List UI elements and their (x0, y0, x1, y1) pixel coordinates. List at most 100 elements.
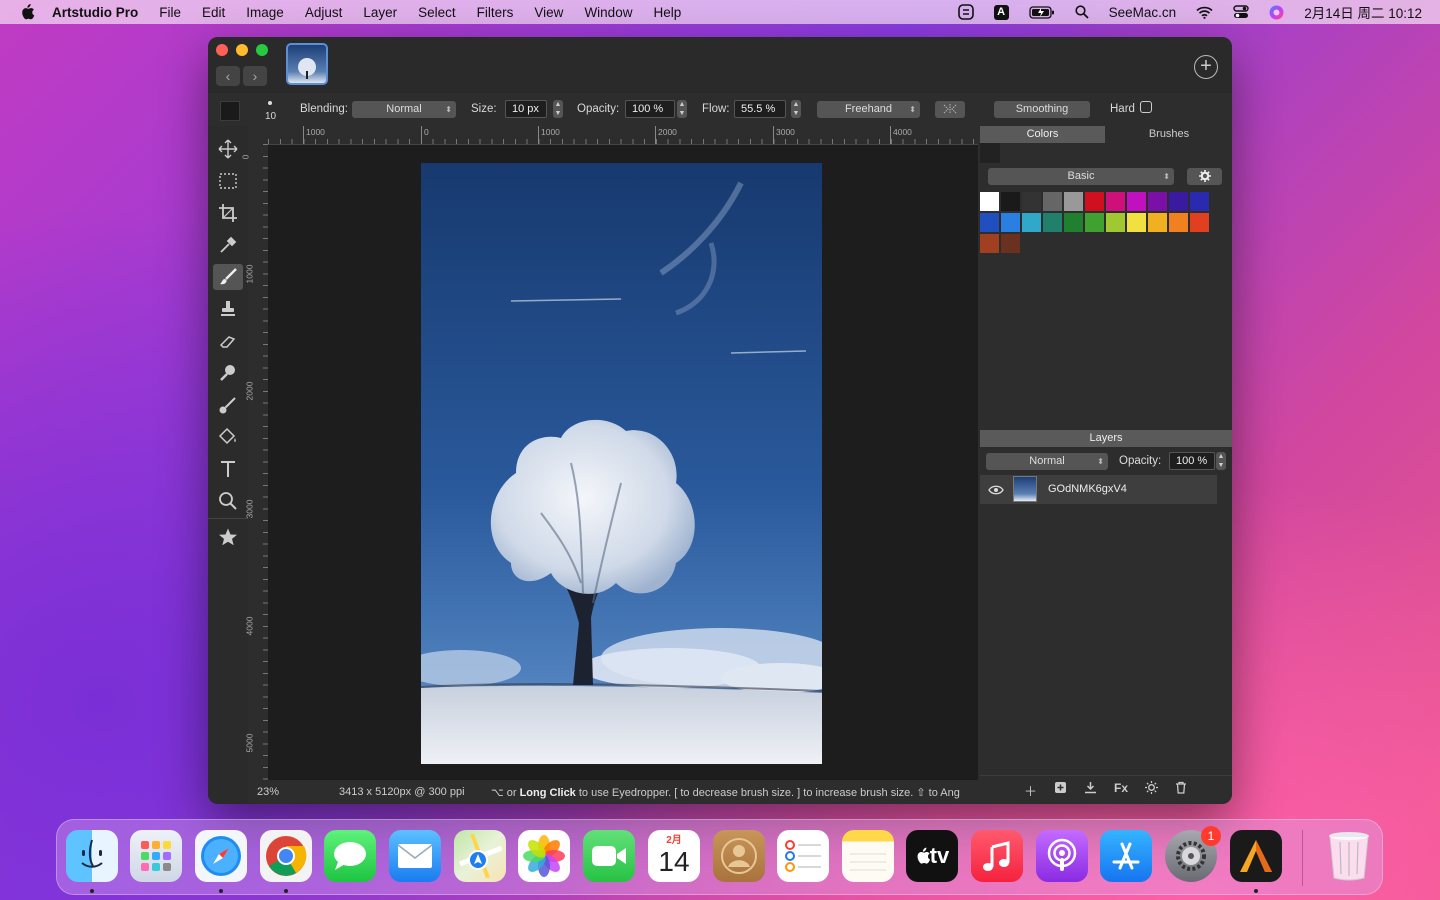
palette-settings-button[interactable] (1187, 168, 1222, 185)
color-swatch[interactable] (1022, 192, 1041, 211)
symmetry-button[interactable] (935, 101, 965, 118)
menu-filters[interactable]: Filters (477, 5, 514, 20)
eye-visibility-icon[interactable] (988, 485, 1004, 495)
battery-icon[interactable] (1028, 5, 1055, 19)
menu-view[interactable]: View (534, 5, 563, 20)
menu-window[interactable]: Window (584, 5, 632, 20)
calendar-icon[interactable]: 2月 14 (648, 830, 700, 882)
eyedropper-tool[interactable] (213, 232, 243, 258)
color-swatch[interactable] (1001, 234, 1020, 253)
spotlight-search-icon[interactable] (1075, 5, 1089, 19)
layer-row[interactable]: GOdNMK6gxV4 (980, 475, 1217, 504)
menu-edit[interactable]: Edit (202, 5, 225, 20)
app-store-icon[interactable] (1100, 830, 1152, 882)
zoom-tool[interactable] (213, 488, 243, 514)
layer-opacity-input[interactable]: 100 % (1169, 452, 1215, 470)
color-swatch[interactable] (1064, 213, 1083, 232)
color-swatch[interactable] (1169, 192, 1188, 211)
canvas-area[interactable] (268, 145, 978, 780)
notes-icon[interactable] (842, 830, 894, 882)
facetime-icon[interactable] (583, 830, 635, 882)
color-swatch[interactable] (1001, 192, 1020, 211)
close-window-button[interactable] (216, 44, 228, 56)
color-swatch[interactable] (1106, 213, 1125, 232)
flow-input[interactable]: 55.5 % (734, 100, 786, 118)
menu-file[interactable]: File (159, 5, 181, 20)
fill-tool[interactable] (213, 424, 243, 450)
layer-adjustments-button[interactable] (1145, 781, 1158, 797)
launchpad-icon[interactable] (130, 830, 182, 882)
maps-icon[interactable] (454, 830, 506, 882)
menu-help[interactable]: Help (653, 5, 681, 20)
color-swatch[interactable] (980, 234, 999, 253)
smoothing-button[interactable]: Smoothing (994, 101, 1090, 118)
delete-layer-button[interactable] (1175, 781, 1187, 797)
duplicate-layer-button[interactable] (1054, 781, 1067, 797)
forward-button[interactable]: › (243, 66, 267, 86)
stroke-mode-select[interactable]: Freehand ⬍ (817, 101, 920, 118)
menu-clock[interactable]: 2月14日 周二 10:12 (1304, 2, 1422, 22)
zoom-level[interactable]: 23% (257, 786, 279, 798)
color-swatch[interactable] (1085, 213, 1104, 232)
palette-select[interactable]: Basic ⬍ (988, 168, 1174, 185)
back-button[interactable]: ‹ (216, 66, 240, 86)
crop-tool[interactable] (213, 200, 243, 226)
document-image[interactable] (421, 163, 822, 764)
messages-icon[interactable] (324, 830, 376, 882)
input-method-indicator[interactable]: A (993, 4, 1009, 20)
brush-preview[interactable] (220, 101, 240, 121)
menu-app-name[interactable]: Artstudio Pro (52, 5, 138, 20)
move-tool[interactable] (213, 136, 243, 162)
size-input[interactable]: 10 px (505, 100, 547, 118)
minimize-window-button[interactable] (236, 44, 248, 56)
color-swatch[interactable] (1169, 213, 1188, 232)
color-swatch[interactable] (980, 213, 999, 232)
photos-icon[interactable] (518, 830, 570, 882)
menu-layer[interactable]: Layer (363, 5, 397, 20)
smudge-tool[interactable] (213, 360, 243, 386)
apple-logo-icon[interactable] (18, 4, 36, 20)
menu-extra-site[interactable]: SeeMac.cn (1109, 5, 1177, 20)
artstudio-pro-icon[interactable] (1230, 830, 1282, 882)
blending-select[interactable]: Normal ⬍ (352, 101, 456, 118)
layer-opacity-stepper[interactable]: ▲ ▼ (1216, 452, 1226, 470)
apple-tv-icon[interactable]: tv (906, 830, 958, 882)
document-thumbnail-tab[interactable] (286, 43, 328, 85)
color-swatch[interactable] (1148, 213, 1167, 232)
color-swatch[interactable] (1085, 192, 1104, 211)
opacity-stepper[interactable]: ▲ ▼ (677, 100, 687, 118)
wifi-icon[interactable] (1196, 6, 1213, 19)
hard-checkbox[interactable] (1140, 101, 1152, 113)
contacts-icon[interactable] (713, 830, 765, 882)
reminders-icon[interactable] (777, 830, 829, 882)
clone-stamp-tool[interactable] (213, 296, 243, 322)
podcasts-icon[interactable] (1036, 830, 1088, 882)
layer-effects-button[interactable]: Fx (1114, 781, 1128, 795)
color-swatch[interactable] (1001, 213, 1020, 232)
dodge-burn-tool[interactable] (213, 392, 243, 418)
zoom-window-button[interactable] (256, 44, 268, 56)
add-document-button[interactable]: + (1194, 55, 1218, 79)
safari-icon[interactable] (195, 830, 247, 882)
tab-brushes[interactable]: Brushes (1106, 126, 1232, 143)
color-swatch[interactable] (1127, 213, 1146, 232)
color-swatch[interactable] (1064, 192, 1083, 211)
color-swatch[interactable] (1127, 192, 1146, 211)
color-swatch[interactable] (1022, 213, 1041, 232)
menu-adjust[interactable]: Adjust (305, 5, 343, 20)
mail-icon[interactable] (389, 830, 441, 882)
color-swatch[interactable] (1190, 213, 1209, 232)
control-center-icon[interactable] (1233, 5, 1249, 19)
finder-icon[interactable] (66, 830, 118, 882)
music-icon[interactable] (971, 830, 1023, 882)
flow-stepper[interactable]: ▲ ▼ (791, 100, 801, 118)
layer-blend-select[interactable]: Normal ⬍ (986, 453, 1108, 470)
brush-tool[interactable] (213, 264, 243, 290)
menu-select[interactable]: Select (418, 5, 456, 20)
eraser-tool[interactable] (213, 328, 243, 354)
color-swatch[interactable] (1190, 192, 1209, 211)
menu-image[interactable]: Image (246, 5, 284, 20)
size-stepper[interactable]: ▲ ▼ (553, 100, 563, 118)
siri-icon[interactable] (1269, 5, 1284, 20)
color-swatch[interactable] (1043, 192, 1062, 211)
